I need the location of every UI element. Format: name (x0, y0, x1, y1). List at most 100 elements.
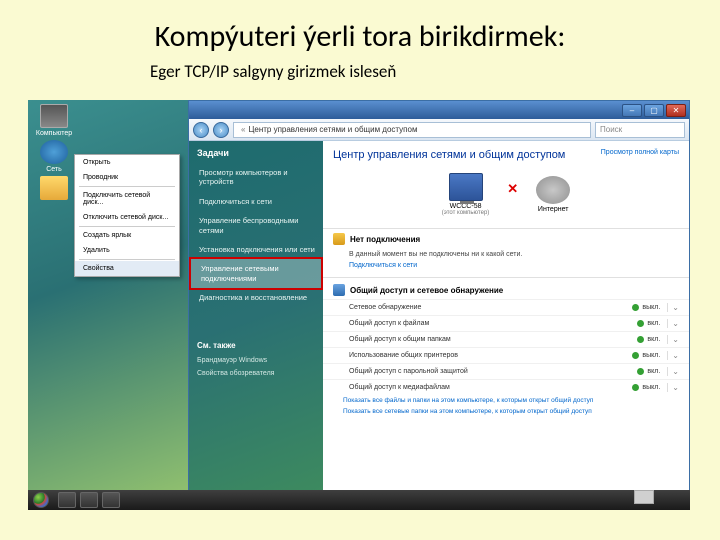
row-file-sharing[interactable]: Общий доступ к файлам вкл. ⌄ (323, 315, 689, 331)
diagram-node-sub: (этот компьютер) (442, 210, 489, 216)
sidebar-item-diagnose[interactable]: Диагностика и восстановление (189, 288, 323, 307)
status-dot-icon (632, 352, 639, 359)
slide-title: Kompýuteri ýerli tora birikdirmek: (0, 0, 720, 59)
chevron-down-icon[interactable]: ⌄ (667, 383, 679, 392)
disconnected-x-icon: ✕ (507, 181, 518, 209)
row-label: Общий доступ с парольной защитой (349, 368, 468, 375)
computer-icon (449, 173, 483, 201)
seealso-firewall[interactable]: Брандмауэр Windows (197, 354, 315, 367)
diagram-this-computer: WCCC-58 (этот компьютер) (442, 173, 489, 216)
maximize-button[interactable]: ▢ (644, 104, 664, 117)
slide-number-box (634, 490, 654, 504)
desktop-icon-computer[interactable]: Компьютер (34, 104, 74, 137)
diagram-node-name: WCCC-58 (442, 203, 489, 210)
chevron-down-icon[interactable]: ⌄ (667, 335, 679, 344)
ctx-map-drive[interactable]: Подключить сетевой диск... (75, 188, 179, 210)
diagram-node-name: Интернет (536, 206, 570, 213)
status-dot-icon (637, 368, 644, 375)
sidebar-seealso: См. также Брандмауэр Windows Свойства об… (189, 335, 323, 386)
row-media-sharing[interactable]: Общий доступ к медиафайлам выкл.⌄ (323, 379, 689, 395)
row-label: Общий доступ к медиафайлам (349, 384, 450, 391)
chevron-down-icon[interactable]: ⌄ (667, 367, 679, 376)
row-public-folder[interactable]: Общий доступ к общим папкам вкл. ⌄ (323, 331, 689, 347)
minimize-button[interactable]: – (622, 104, 642, 117)
desktop-background: Компьютер Сеть Открыть Проводник Подключ… (28, 100, 188, 490)
separator (79, 186, 175, 187)
section-header-text: Общий доступ и сетевое обнаружение (350, 286, 503, 295)
sidebar-item-view-computers[interactable]: Просмотр компьютеров и устройств (189, 163, 323, 192)
computer-icon (40, 104, 68, 128)
desktop-icon-network[interactable]: Сеть (34, 140, 74, 173)
taskbar (28, 490, 690, 510)
close-button[interactable]: ✕ (666, 104, 686, 117)
row-label: Общий доступ к файлам (349, 320, 429, 327)
control-panel-window: – ▢ ✕ ‹ › « Центр управления сетями и об… (188, 100, 690, 490)
sidebar-item-wireless[interactable]: Управление беспроводными сетями (189, 211, 323, 240)
status-dot-icon (632, 384, 639, 391)
ctx-open[interactable]: Открыть (75, 155, 179, 170)
breadcrumb-text: Центр управления сетями и общим доступом (248, 125, 417, 134)
row-label: Сетевое обнаружение (349, 304, 421, 311)
status-dot-icon (637, 320, 644, 327)
desktop-icon-label: Сеть (34, 166, 74, 173)
row-network-discovery[interactable]: Сетевое обнаружение выкл. ⌄ (323, 299, 689, 315)
start-button[interactable] (28, 490, 54, 510)
chevron-down-icon[interactable]: ⌄ (667, 303, 679, 312)
forward-button[interactable]: › (213, 122, 229, 138)
back-button[interactable]: ‹ (193, 122, 209, 138)
address-bar-row: ‹ › « Центр управления сетями и общим до… (189, 119, 689, 141)
diagram-internet: Интернет (536, 176, 570, 213)
chevron-down-icon[interactable]: ⌄ (667, 319, 679, 328)
status-note: В данный момент вы не подключены ни к ка… (323, 249, 689, 260)
sidebar-item-connect[interactable]: Подключиться к сети (189, 192, 323, 211)
ctx-explorer[interactable]: Проводник (75, 170, 179, 185)
windows-screenshot: Компьютер Сеть Открыть Проводник Подключ… (28, 100, 690, 510)
row-password-sharing[interactable]: Общий доступ с парольной защитой вкл.⌄ (323, 363, 689, 379)
show-shared-folders-link[interactable]: Показать все сетевые папки на этом компь… (323, 406, 689, 417)
folder-icon (40, 176, 68, 200)
row-value: выкл. (642, 352, 660, 359)
sharing-section: Общий доступ и сетевое обнаружение Сетев… (323, 277, 689, 395)
slide-subtitle: Eger TCP/IP salgyny girizmek isleseň (0, 59, 720, 88)
row-value: вкл. (647, 320, 660, 327)
row-label: Использование общих принтеров (349, 352, 458, 359)
seealso-internet-options[interactable]: Свойства обозревателя (197, 367, 315, 380)
window-body: Задачи Просмотр компьютеров и устройств … (189, 141, 689, 491)
desktop-icon-label: Компьютер (34, 130, 74, 137)
taskbar-item[interactable] (80, 492, 98, 508)
breadcrumb-sep: « (241, 125, 245, 134)
connect-link[interactable]: Подключиться к сети (323, 260, 689, 277)
context-menu: Открыть Проводник Подключить сетевой дис… (74, 154, 180, 277)
search-placeholder: Поиск (600, 125, 622, 134)
taskbar-item[interactable] (102, 492, 120, 508)
status-dot-icon (637, 336, 644, 343)
ctx-properties[interactable]: Свойства (75, 261, 179, 276)
sidebar-header: Задачи (189, 141, 323, 163)
network-diagram: WCCC-58 (этот компьютер) ✕ Интернет (323, 165, 689, 228)
separator (79, 259, 175, 260)
seealso-header: См. также (197, 341, 315, 350)
network-icon (40, 140, 68, 164)
row-value: выкл. (642, 304, 660, 311)
globe-icon (536, 176, 570, 204)
row-printer-sharing[interactable]: Использование общих принтеров выкл. ⌄ (323, 347, 689, 363)
status-text: Нет подключения (350, 235, 420, 244)
chevron-down-icon[interactable]: ⌄ (667, 351, 679, 360)
row-value: вкл. (647, 336, 660, 343)
row-label: Общий доступ к общим папкам (349, 336, 451, 343)
connection-status-header: Нет подключения (323, 228, 689, 249)
sharing-section-header: Общий доступ и сетевое обнаружение (323, 278, 689, 299)
main-pane: Центр управления сетями и общим доступом… (323, 141, 689, 491)
search-input[interactable]: Поиск (595, 122, 685, 138)
ctx-unmap-drive[interactable]: Отключить сетевой диск... (75, 210, 179, 225)
sidebar-item-manage-connections[interactable]: Управление сетевыми подключениями (189, 257, 323, 290)
address-bar[interactable]: « Центр управления сетями и общим доступ… (233, 122, 591, 138)
show-shared-files-link[interactable]: Показать все файлы и папки на этом компь… (323, 395, 689, 406)
tasks-sidebar: Задачи Просмотр компьютеров и устройств … (189, 141, 323, 491)
separator (79, 226, 175, 227)
desktop-icon-folder[interactable] (34, 176, 74, 202)
view-full-map-link[interactable]: Просмотр полной карты (601, 149, 679, 156)
ctx-delete[interactable]: Удалить (75, 243, 179, 258)
ctx-shortcut[interactable]: Создать ярлык (75, 228, 179, 243)
taskbar-item[interactable] (58, 492, 76, 508)
